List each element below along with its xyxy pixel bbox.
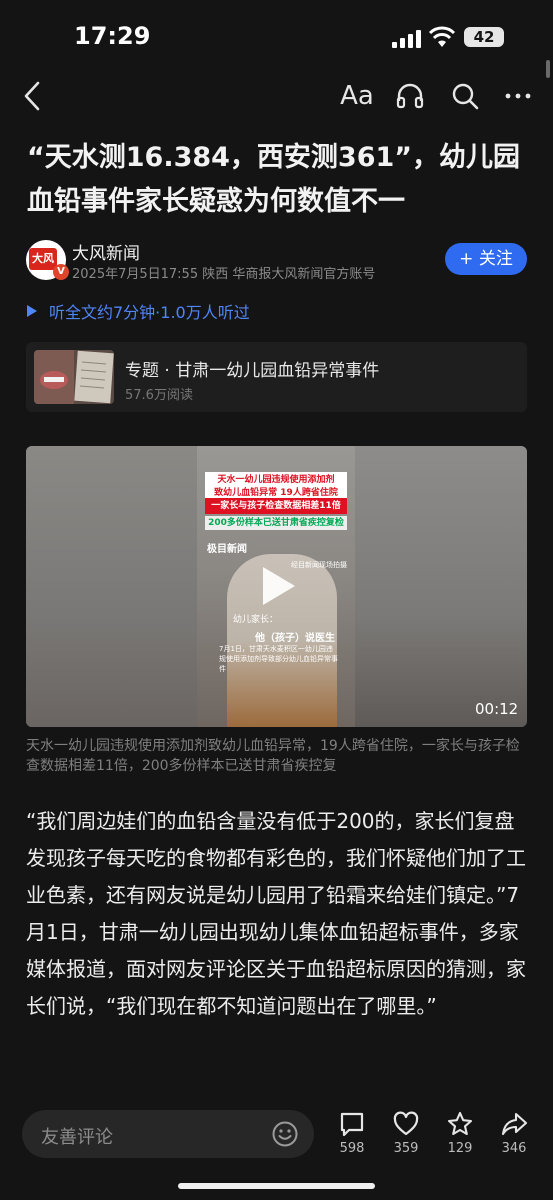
search-icon <box>452 83 479 110</box>
status-time: 17:29 <box>74 22 151 50</box>
topic-thumbnail <box>34 350 114 404</box>
play-icon <box>27 305 37 317</box>
comment-input[interactable]: 友善评论 <box>22 1110 314 1158</box>
avatar-logo: 大风 <box>29 248 57 270</box>
listen-full-text-link[interactable]: 听全文约7分钟·1.0万人听过 <box>27 298 250 324</box>
emoji-icon[interactable] <box>271 1120 299 1148</box>
home-indicator[interactable] <box>178 1183 375 1189</box>
search-button[interactable] <box>447 72 483 120</box>
font-size-button[interactable]: Aa <box>336 72 378 120</box>
favorite-button[interactable]: 129 <box>438 1110 482 1162</box>
video-headline-3: 一家长与孩子检查数据相差11倍 <box>205 498 347 514</box>
topic-title: 专题 · 甘肃一幼儿园血铅异常事件 <box>125 361 380 381</box>
video-subtitle-speaker: 幼儿家长： <box>233 615 279 625</box>
status-bar: 17:29 42 <box>0 0 553 72</box>
video-player[interactable]: 天水一幼儿园违规使用添加剂 致幼儿血铅异常 19人跨省住院 一家长与孩子检查数据… <box>26 446 527 727</box>
like-button[interactable]: 359 <box>384 1110 428 1162</box>
comment-placeholder: 友善评论 <box>41 1127 113 1148</box>
heart-icon <box>393 1111 419 1136</box>
video-duration: 00:12 <box>475 700 519 718</box>
video-subtitle: 他（孩子）说医生 <box>255 633 335 644</box>
headphones-icon <box>396 83 424 109</box>
verified-badge: V <box>53 264 69 280</box>
video-subtitle-small: 7月1日，甘肃天水麦积区一幼儿园违规使用添加剂导致部分幼儿血铅异常事件 <box>219 645 338 673</box>
font-size-icon: Aa <box>340 81 374 111</box>
article-title: “天水测16.384，西安测361”，幼儿园血铅事件家长疑惑为何数值不一 <box>27 142 521 217</box>
favorite-count: 129 <box>447 1141 473 1156</box>
signal-icon <box>392 30 421 48</box>
like-count: 359 <box>393 1141 419 1156</box>
topic-read-count: 57.6万阅读 <box>125 388 193 403</box>
follow-button[interactable]: + 关注 <box>445 243 527 275</box>
video-blur-left <box>26 446 197 727</box>
share-button[interactable]: 346 <box>492 1110 536 1162</box>
video-blur-right <box>355 446 527 727</box>
publish-meta: 2025年7月5日17:55 陕西 华商报大风新闻官方账号 <box>72 267 376 282</box>
star-icon <box>447 1111 473 1136</box>
author-row: 大风 V 大风新闻 2025年7月5日17:55 陕西 华商报大风新闻官方账号 … <box>26 238 530 282</box>
video-brand: 极目新闻 <box>207 544 247 555</box>
author-name[interactable]: 大风新闻 <box>72 239 140 264</box>
share-count: 346 <box>501 1141 527 1156</box>
play-icon[interactable] <box>255 564 299 608</box>
more-icon <box>505 93 531 99</box>
video-headline-4: 200多份样本已送甘肃省疾控复检 <box>205 516 347 530</box>
listen-label: 听全文约7分钟·1.0万人听过 <box>49 303 250 322</box>
back-button[interactable] <box>14 72 50 120</box>
battery-indicator: 42 <box>464 27 504 47</box>
comment-button[interactable]: 598 <box>330 1110 374 1162</box>
article-body: “我们周边娃们的血铅含量没有低于200的，家长们复盘发现孩子每天吃的食物都有彩色… <box>26 809 526 1018</box>
more-button[interactable] <box>500 72 536 120</box>
video-caption: 天水一幼儿园违规使用添加剂致幼儿血铅异常，19人跨省住院，一家长与孩子检查数据相… <box>26 738 520 774</box>
listen-button[interactable] <box>392 72 428 120</box>
bottom-action-bar: 友善评论 598 359 129 346 <box>0 1096 553 1200</box>
top-nav-bar: Aa <box>0 72 553 120</box>
share-icon <box>501 1112 528 1136</box>
comment-count: 598 <box>339 1141 365 1156</box>
comment-icon <box>340 1112 364 1137</box>
topic-card[interactable]: 专题 · 甘肃一幼儿园血铅异常事件 57.6万阅读 <box>26 342 527 412</box>
back-icon <box>24 81 40 111</box>
video-source: 经目新闻现场拍摄 <box>291 561 347 569</box>
wifi-icon <box>428 26 456 47</box>
